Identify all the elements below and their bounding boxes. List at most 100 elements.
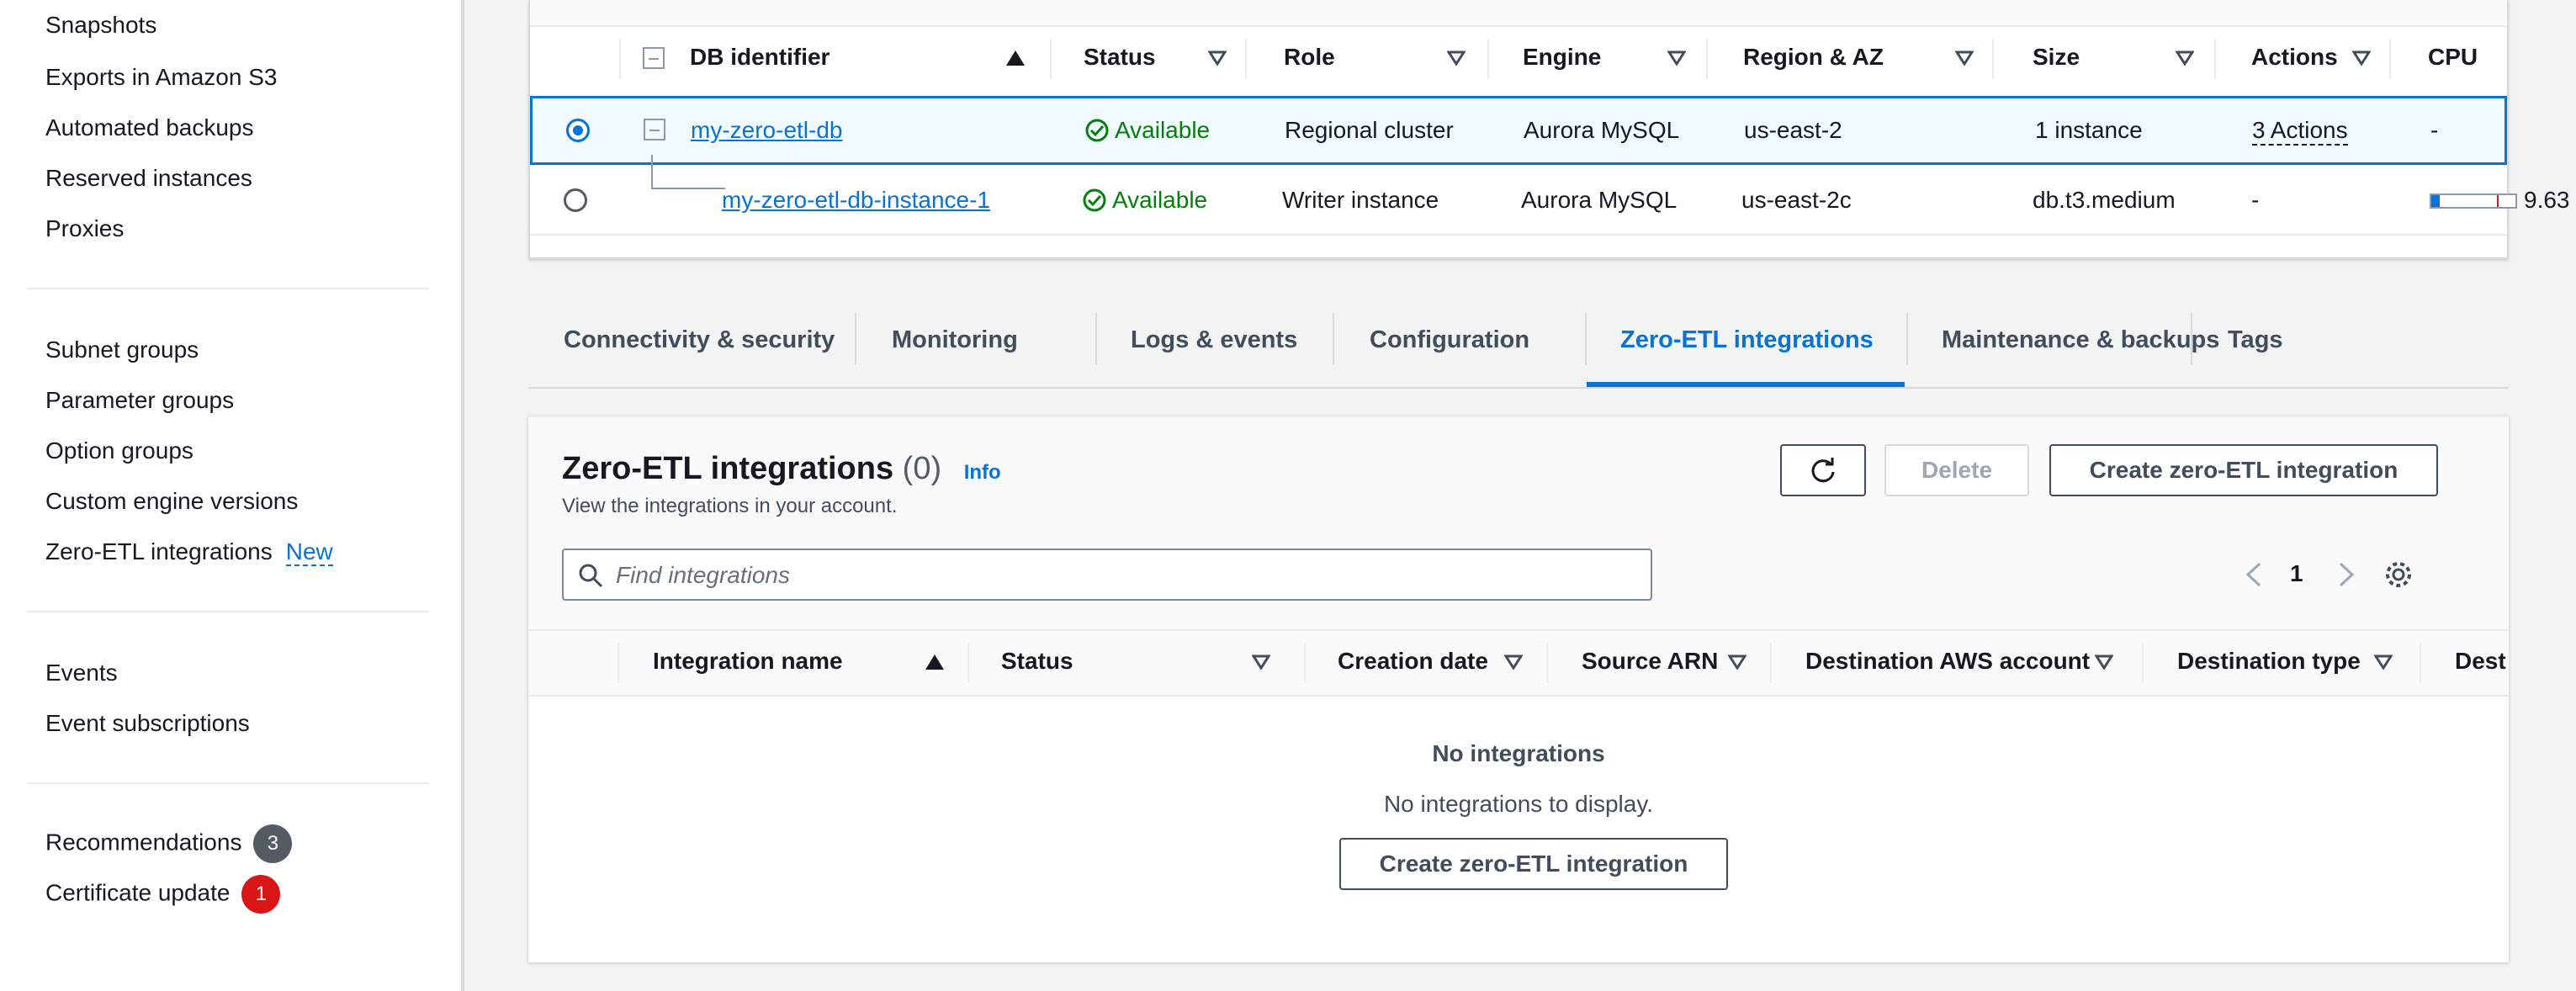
sort-filter-icon[interactable] xyxy=(1667,50,1686,66)
column-separator xyxy=(1487,39,1489,79)
column-role[interactable]: Role xyxy=(1284,44,1335,71)
tab-separator xyxy=(855,313,856,365)
nav-custom-engine-versions[interactable]: Custom engine versions xyxy=(45,488,298,515)
db-identifier-link[interactable]: my-zero-etl-db xyxy=(691,117,842,144)
databases-table: DB identifier Status Role Engine Region … xyxy=(528,0,2569,259)
nav-events[interactable]: Events xyxy=(45,660,118,686)
panel-title-text: Zero-ETL integrations xyxy=(562,451,894,486)
sort-filter-icon[interactable] xyxy=(1252,654,1270,670)
sort-filter-icon[interactable] xyxy=(2095,654,2113,670)
engine-cell: Aurora MySQL xyxy=(1521,187,1678,213)
status-text: Available xyxy=(1112,187,1208,213)
row-select-radio[interactable] xyxy=(564,188,587,212)
column-cpu[interactable]: CPU xyxy=(2428,44,2478,71)
column-actions[interactable]: Actions xyxy=(2251,44,2338,71)
new-badge: New xyxy=(285,538,333,566)
create-integration-button[interactable]: Create zero-ETL integration xyxy=(2049,444,2438,496)
nav-certificate-update[interactable]: Certificate update 1 xyxy=(45,875,281,914)
tab-logs-events[interactable]: Logs & events xyxy=(1131,326,1297,354)
db-identifier-link[interactable]: my-zero-etl-db-instance-1 xyxy=(722,187,990,214)
chevron-right-icon[interactable] xyxy=(2337,562,2356,587)
sort-filter-icon[interactable] xyxy=(1728,654,1746,670)
column-separator xyxy=(2420,643,2421,683)
tab-maintenance-backups[interactable]: Maintenance & backups xyxy=(1942,326,2219,354)
column-destination[interactable]: Destinatio xyxy=(2455,648,2507,675)
tab-connectivity-security[interactable]: Connectivity & security xyxy=(564,326,835,354)
column-creation-date[interactable]: Creation date xyxy=(1338,648,1488,675)
table-row[interactable]: my-zero-etl-db Available Regional cluste… xyxy=(530,96,2507,165)
column-region-az[interactable]: Region & AZ xyxy=(1743,44,1884,71)
column-status[interactable]: Status xyxy=(1001,648,1073,675)
column-integration-name[interactable]: Integration name xyxy=(653,648,843,675)
sort-filter-icon[interactable] xyxy=(2352,50,2371,66)
chevron-left-icon[interactable] xyxy=(2245,562,2263,587)
check-circle-icon xyxy=(1085,119,1109,142)
empty-state-title: No integrations xyxy=(1432,740,1605,766)
column-separator xyxy=(1304,643,1306,683)
recommendations-count-badge: 3 xyxy=(253,824,293,863)
nav-recommendations[interactable]: Recommendations 3 xyxy=(45,824,293,863)
column-separator xyxy=(2214,39,2216,79)
empty-create-integration-button[interactable]: Create zero-ETL integration xyxy=(1339,838,1728,890)
role-cell: Writer instance xyxy=(1282,187,1439,213)
search-field[interactable] xyxy=(562,548,1652,601)
column-separator xyxy=(1245,39,1247,79)
actions-cell: - xyxy=(2251,187,2260,213)
tab-monitoring[interactable]: Monitoring xyxy=(892,326,1018,354)
column-size[interactable]: Size xyxy=(2033,44,2080,71)
cpu-usage-bar xyxy=(2430,193,2517,209)
nav-parameter-groups[interactable]: Parameter groups xyxy=(45,387,234,414)
region-cell: us-east-2 xyxy=(1744,117,1842,143)
nav-option-groups[interactable]: Option groups xyxy=(45,437,193,464)
tab-tags[interactable]: Tags xyxy=(2228,326,2283,354)
column-destination-type[interactable]: Destination type xyxy=(2177,648,2361,675)
nav-automated-backups[interactable]: Automated backups xyxy=(45,114,254,141)
column-engine[interactable]: Engine xyxy=(1523,44,1601,71)
sort-ascending-icon[interactable] xyxy=(1006,50,1025,66)
info-link[interactable]: Info xyxy=(964,461,1001,484)
region-cell: us-east-2c xyxy=(1741,187,1852,213)
sort-filter-icon[interactable] xyxy=(1208,50,1227,66)
column-separator xyxy=(1050,39,1052,79)
cpu-cell: - xyxy=(2430,117,2439,143)
sort-filter-icon[interactable] xyxy=(2374,654,2393,670)
nav-proxies[interactable]: Proxies xyxy=(45,215,124,242)
nav-reserved-instances[interactable]: Reserved instances xyxy=(45,165,252,192)
nav-recommendations-label: Recommendations xyxy=(45,829,242,856)
column-separator xyxy=(1770,643,1772,683)
row-select-radio[interactable] xyxy=(566,119,590,142)
column-separator xyxy=(1546,643,1548,683)
nav-zero-etl-integrations[interactable]: Zero-ETL integrations New xyxy=(45,538,333,566)
nav-event-subscriptions[interactable]: Event subscriptions xyxy=(45,710,250,737)
settings-gear-icon[interactable] xyxy=(2383,559,2414,591)
nav-snapshots[interactable]: Snapshots xyxy=(45,12,156,39)
tab-zero-etl-integrations[interactable]: Zero-ETL integrations xyxy=(1620,326,1874,354)
sort-filter-icon[interactable] xyxy=(1447,50,1466,66)
refresh-button[interactable] xyxy=(1780,444,1866,496)
search-input[interactable] xyxy=(616,559,1625,592)
column-separator xyxy=(2389,39,2391,79)
collapse-all-icon[interactable] xyxy=(643,47,665,69)
column-separator xyxy=(1992,39,1994,79)
collapse-row-icon[interactable] xyxy=(644,119,665,140)
column-status[interactable]: Status xyxy=(1084,44,1156,71)
column-db-identifier[interactable]: DB identifier xyxy=(690,44,830,71)
sort-filter-icon[interactable] xyxy=(2176,50,2194,66)
delete-button[interactable]: Delete xyxy=(1884,444,2029,496)
page-number[interactable]: 1 xyxy=(2290,560,2303,587)
nav-subnet-groups[interactable]: Subnet groups xyxy=(45,337,199,363)
sort-filter-icon[interactable] xyxy=(1504,654,1523,670)
column-separator xyxy=(617,643,619,683)
detail-tabs: Connectivity & security Monitoring Logs … xyxy=(528,310,2509,389)
tab-configuration[interactable]: Configuration xyxy=(1370,326,1529,354)
sort-filter-icon[interactable] xyxy=(1955,50,1974,66)
role-cell: Regional cluster xyxy=(1285,117,1454,143)
main-content: DB identifier Status Role Engine Region … xyxy=(468,0,2576,991)
column-source-arn[interactable]: Source ARN xyxy=(1582,648,1718,675)
sort-ascending-icon[interactable] xyxy=(925,654,944,670)
nav-exports-s3[interactable]: Exports in Amazon S3 xyxy=(45,64,277,91)
nav-certificate-update-label: Certificate update xyxy=(45,879,231,906)
actions-popover[interactable]: 3 Actions xyxy=(2252,117,2348,146)
table-row[interactable]: my-zero-etl-db-instance-1 Available Writ… xyxy=(530,155,2569,236)
column-destination-account[interactable]: Destination AWS account xyxy=(1805,648,2090,675)
